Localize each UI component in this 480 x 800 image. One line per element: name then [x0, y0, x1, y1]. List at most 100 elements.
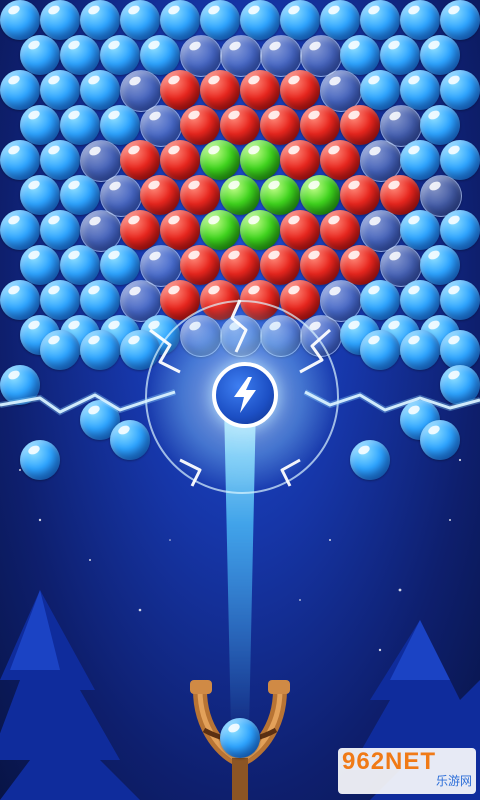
blue-bubble: [420, 420, 460, 460]
blue-bubble: [0, 70, 40, 110]
blue-bubble: [400, 210, 440, 250]
red-bubble: [120, 210, 160, 250]
blue-bubble: [60, 175, 100, 215]
green-bubble: [260, 175, 300, 215]
blue-bubble: [40, 140, 80, 180]
game-stage[interactable]: 962NET 乐游网: [0, 0, 480, 800]
blue-bubble: [20, 35, 60, 75]
blue-bubble: [440, 140, 480, 180]
blue-bubble: [40, 0, 80, 40]
red-bubble: [240, 70, 280, 110]
green-bubble: [200, 140, 240, 180]
blue-bubble: [360, 330, 400, 370]
watermark-logo: 962NET 乐游网: [338, 748, 476, 794]
blue-bubble: [400, 70, 440, 110]
red-bubble: [160, 70, 200, 110]
blue-bubble: [0, 210, 40, 250]
red-bubble: [300, 245, 340, 285]
blue-bubble: [80, 0, 120, 40]
blue-bubble: [0, 0, 40, 40]
red-bubble: [380, 175, 420, 215]
blue-bubble: [360, 70, 400, 110]
blue-bubble: [0, 365, 40, 405]
blue-bubble: [0, 140, 40, 180]
blue-bubble: [100, 35, 140, 75]
blue-bubble: [440, 210, 480, 250]
green-bubble: [300, 175, 340, 215]
blue-bubble: [440, 0, 480, 40]
blue-bubble: [80, 280, 120, 320]
blue-bubble: [60, 105, 100, 145]
blue-bubble: [40, 70, 80, 110]
red-bubble: [220, 105, 260, 145]
blue-bubble: [400, 0, 440, 40]
red-bubble: [340, 245, 380, 285]
blue-bubble: [440, 70, 480, 110]
red-bubble: [200, 70, 240, 110]
shooter-bubble[interactable]: [220, 718, 260, 758]
blue-bubble: [440, 280, 480, 320]
blue-bubble: [60, 35, 100, 75]
blue-bubble: [100, 105, 140, 145]
blue-bubble: [60, 245, 100, 285]
red-bubble: [320, 140, 360, 180]
red-bubble: [280, 210, 320, 250]
green-bubble: [220, 175, 260, 215]
red-bubble: [180, 105, 220, 145]
blue-bubble: [20, 175, 60, 215]
red-bubble: [300, 105, 340, 145]
blue-bubble: [80, 330, 120, 370]
blue-bubble: [400, 140, 440, 180]
blue-bubble: [0, 280, 40, 320]
watermark-sub: 乐游网: [435, 774, 472, 788]
blue-bubble: [200, 0, 240, 40]
red-bubble: [120, 140, 160, 180]
red-bubble: [160, 140, 200, 180]
tree-left: [0, 590, 140, 800]
blue-bubble: [420, 105, 460, 145]
green-bubble: [240, 210, 280, 250]
blue-bubble: [100, 245, 140, 285]
blue-bubble: [240, 0, 280, 40]
blue-bubble: [80, 70, 120, 110]
blue-bubble: [350, 440, 390, 480]
red-bubble: [340, 105, 380, 145]
blue-bubble: [40, 280, 80, 320]
blue-bubble: [160, 0, 200, 40]
red-bubble: [180, 245, 220, 285]
watermark-brand: 962NET: [342, 748, 437, 775]
blue-bubble: [320, 0, 360, 40]
blue-bubble: [20, 245, 60, 285]
red-bubble: [220, 245, 260, 285]
blue-bubble: [380, 35, 420, 75]
red-bubble: [180, 175, 220, 215]
red-bubble: [260, 245, 300, 285]
blue-bubble: [110, 420, 150, 460]
blue-bubble: [440, 330, 480, 370]
blue-bubble: [140, 35, 180, 75]
red-bubble: [320, 210, 360, 250]
blue-bubble: [420, 245, 460, 285]
blue-bubble: [40, 330, 80, 370]
red-bubble: [280, 140, 320, 180]
blue-bubble: [20, 440, 60, 480]
red-bubble: [280, 70, 320, 110]
blue-bubble: [400, 280, 440, 320]
blue-bubble: [40, 210, 80, 250]
blue-bubble: [280, 0, 320, 40]
red-bubble: [160, 210, 200, 250]
blue-bubble: [120, 0, 160, 40]
lightning-powerup[interactable]: [212, 362, 278, 428]
blue-bubble: [360, 280, 400, 320]
red-bubble: [260, 105, 300, 145]
blue-bubble: [440, 365, 480, 405]
blue-bubble: [400, 330, 440, 370]
lightning-icon: [234, 377, 256, 413]
green-bubble: [240, 140, 280, 180]
blue-bubble: [340, 35, 380, 75]
blue-bubble: [360, 0, 400, 40]
blue-bubble: [20, 105, 60, 145]
blue-bubble: [420, 35, 460, 75]
red-bubble: [140, 175, 180, 215]
green-bubble: [200, 210, 240, 250]
